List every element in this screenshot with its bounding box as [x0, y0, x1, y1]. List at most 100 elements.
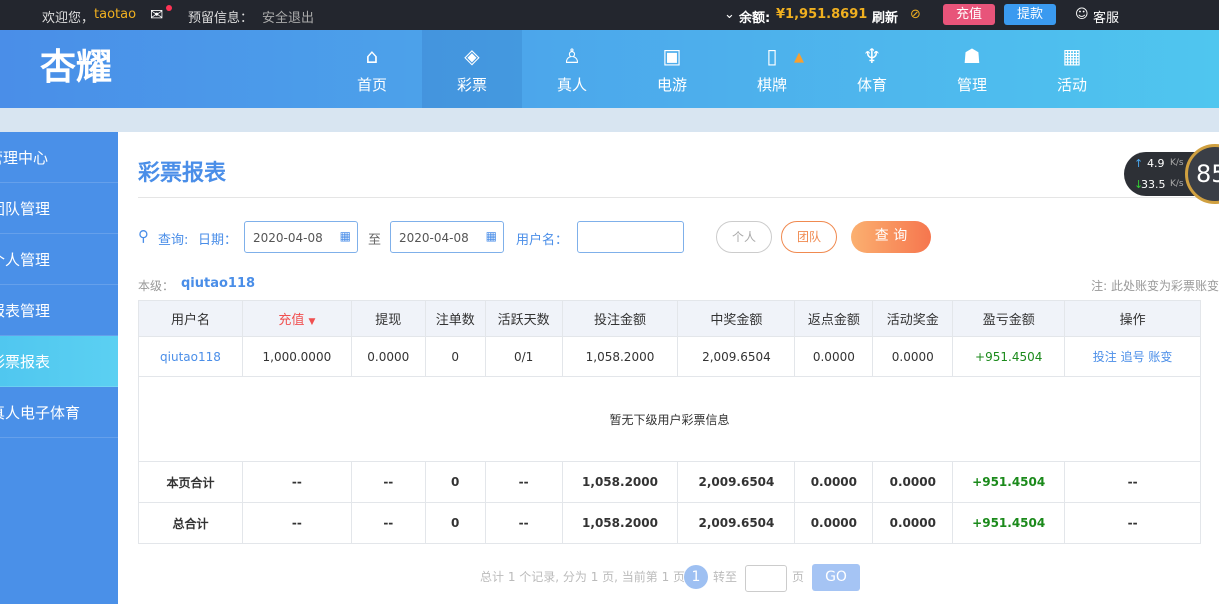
note-text: 注: 此处账变为彩票账变: [1091, 279, 1219, 293]
page-1-button[interactable]: 1: [684, 565, 708, 589]
cell: 总合计: [138, 502, 243, 544]
page-number-input[interactable]: [745, 565, 787, 592]
welcome-text: 欢迎您，: [42, 11, 95, 26]
cell: --: [350, 461, 426, 503]
sidebar-item-team[interactable]: 团队管理: [0, 183, 118, 234]
page-label: 页: [792, 570, 805, 584]
username[interactable]: taotao: [94, 7, 136, 22]
chevron-down-icon[interactable]: ⌄: [724, 7, 735, 22]
sidebar-item-personal[interactable]: 个人管理: [0, 234, 118, 285]
nav-slots[interactable]: ▣ 电游: [622, 30, 722, 108]
col-rebate: 返点金额: [794, 300, 874, 337]
mail-icon[interactable]: ✉: [150, 5, 172, 24]
service-button[interactable]: 客服: [1093, 7, 1119, 26]
cell: 0.0000: [872, 461, 954, 503]
home-icon: ⌂: [365, 44, 379, 68]
gift-icon: ▦: [1062, 44, 1082, 68]
to-label: 至: [368, 233, 382, 248]
hide-balance-icon[interactable]: ⊘: [910, 7, 921, 22]
nav-chess[interactable]: ▯ 棋牌 ▲: [722, 30, 822, 108]
logo[interactable]: 杏耀: [40, 38, 112, 90]
go-button[interactable]: GO: [812, 564, 860, 591]
balance-value: ¥1,951.8691: [776, 7, 868, 22]
col-withdraw: 提现: [350, 300, 426, 337]
cell: 0: [424, 461, 486, 503]
cell: 1,058.2000: [561, 502, 679, 544]
speed-unit: K/s: [1170, 158, 1184, 168]
reserved-info: 预留信息：: [188, 11, 254, 26]
cell: 0.0000: [794, 336, 874, 377]
users-icon: ☗: [963, 44, 981, 68]
fire-icon: ▲: [794, 50, 804, 65]
date-label: 日期：: [198, 233, 238, 248]
cell: 0.0000: [794, 461, 874, 503]
cell: --: [484, 461, 563, 503]
username-label: 用户名：: [516, 233, 569, 248]
cell-actions: 投注 追号 账变: [1064, 336, 1201, 377]
sidebar-item-admin-center[interactable]: 管理中心: [0, 132, 118, 183]
nav-manage[interactable]: ☗ 管理: [922, 30, 1022, 108]
team-button[interactable]: 团队: [781, 221, 837, 253]
cell: --: [1064, 502, 1201, 544]
cell: 2,009.6504: [677, 461, 796, 503]
cards-icon: ▯: [766, 44, 778, 68]
sort-desc-icon[interactable]: ▼: [308, 317, 315, 327]
cell: +951.4504: [952, 502, 1066, 544]
refresh-button[interactable]: 刷新: [872, 7, 898, 26]
bets-link[interactable]: 投注: [1093, 350, 1117, 364]
level-label: 本级：: [138, 279, 175, 293]
search-button[interactable]: 查 询: [851, 221, 931, 253]
sidebar-item-live-sports[interactable]: 真人电子体育: [0, 387, 118, 438]
calendar-icon[interactable]: ▦: [340, 229, 351, 243]
nav-live[interactable]: ♙ 真人: [522, 30, 622, 108]
date-from-input[interactable]: 2020-04-08 ▦: [244, 221, 358, 253]
col-bet-amount: 投注金额: [561, 300, 679, 337]
cell: 1,058.2000: [561, 336, 679, 377]
col-active-days: 活跃天数: [484, 300, 563, 337]
cell: 1,058.2000: [561, 461, 679, 503]
top-bar: 欢迎您， taotao ✉ 预留信息： 安全退出 ⌄ 余额: ¥1,951.86…: [0, 0, 1219, 30]
divider: [138, 197, 1201, 198]
dealer-icon: ♙: [563, 44, 581, 68]
col-win-amount: 中奖金额: [677, 300, 796, 337]
nav-home[interactable]: ⌂ 首页: [322, 30, 422, 108]
calendar-icon[interactable]: ▦: [486, 229, 497, 243]
sidebar-item-reports[interactable]: 报表管理: [0, 285, 118, 336]
username-input[interactable]: [577, 221, 684, 253]
nav-lottery[interactable]: ◈ 彩票: [422, 30, 522, 108]
cell: +951.4504: [952, 461, 1066, 503]
pager-summary: 总计 1 个记录, 分为 1 页, 当前第 1 页: [480, 570, 686, 584]
empty-row: 暂无下级用户彩票信息: [138, 376, 1201, 462]
cell: 0/1: [484, 336, 563, 377]
cell: 1,000.0000: [241, 336, 352, 377]
nav-activity[interactable]: ▦ 活动: [1022, 30, 1122, 108]
col-deposit[interactable]: 充值 ▼: [241, 300, 352, 337]
logout-link[interactable]: 安全退出: [262, 7, 314, 26]
trophy-icon: ♆: [863, 44, 881, 68]
speed-unit: K/s: [1170, 179, 1184, 189]
cell-profit: +951.4504: [952, 336, 1066, 377]
cell: --: [484, 502, 563, 544]
cell: --: [241, 502, 352, 544]
nav-sports[interactable]: ♆ 体育: [822, 30, 922, 108]
cell-username[interactable]: qiutao118: [138, 336, 243, 377]
cell: 2,009.6504: [677, 336, 796, 377]
cell: 0.0000: [872, 336, 954, 377]
main-nav: 杏耀 ⌂ 首页 ◈ 彩票 ♙ 真人 ▣ 电游 ▯ 棋牌 ▲ ♆ 体育 ☗ 管理 ▦ 活动: [0, 30, 1219, 108]
col-actions: 操作: [1064, 300, 1201, 337]
personal-button[interactable]: 个人: [716, 221, 772, 253]
sidebar-item-lottery-report[interactable]: 彩票报表: [0, 336, 118, 387]
transactions-link[interactable]: 账变: [1148, 350, 1172, 364]
cell: 0.0000: [872, 502, 954, 544]
date-to-input[interactable]: 2020-04-08 ▦: [390, 221, 504, 253]
sidebar: 管理中心 团队管理 个人管理 报表管理 彩票报表 真人电子体育: [0, 132, 118, 604]
chat-icon[interactable]: ☺: [1075, 7, 1089, 22]
col-username: 用户名: [138, 300, 243, 337]
chase-link[interactable]: 追号: [1121, 350, 1145, 364]
cell: 2,009.6504: [677, 502, 796, 544]
cell: 本页合计: [138, 461, 243, 503]
deposit-button[interactable]: 充值: [943, 4, 995, 25]
upload-speed: 4.9: [1147, 157, 1165, 170]
empty-message: 暂无下级用户彩票信息: [138, 376, 1201, 462]
withdraw-button[interactable]: 提款: [1004, 4, 1056, 25]
